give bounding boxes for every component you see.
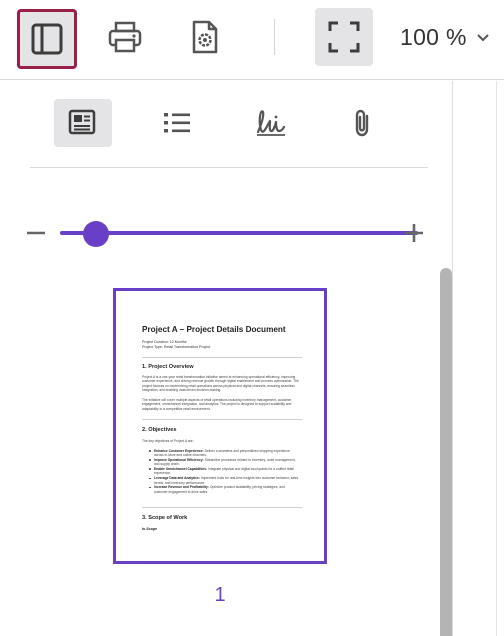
plus-icon (405, 224, 423, 242)
page-preview: Project A – Project Details Document Pro… (116, 291, 324, 561)
toolbar: 100 % (0, 0, 504, 80)
sidebar-toggle-button[interactable] (17, 9, 77, 69)
thumbnails-icon (68, 109, 96, 135)
sidebar-toggle-icon (31, 23, 63, 55)
minus-icon (27, 231, 45, 235)
doc-rule (142, 507, 302, 508)
document-edge (496, 81, 497, 636)
thumbnail-size-slider[interactable] (24, 217, 428, 249)
doc-paragraph: The initiative will cover multiple aspec… (142, 398, 292, 411)
list-item: Improve Operational Efficiency: Streamli… (149, 458, 299, 467)
doc-paragraph: Project A is a one-year retail transform… (142, 375, 299, 392)
doc-subheading: In-Scope (142, 527, 158, 531)
page-number-label: 1 (214, 584, 226, 606)
doc-type: Project Type: Retail Transformation Proj… (142, 345, 211, 349)
list-item: Enhance Customer Experience: Deliver a s… (149, 449, 299, 458)
doc-duration: Project Duration: 12 Months (142, 340, 187, 344)
doc-section-heading: 3. Scope of Work (142, 515, 188, 521)
sidebar-tabs (0, 99, 452, 147)
toolbar-divider (274, 19, 275, 55)
tab-attachments[interactable] (334, 99, 392, 147)
fullscreen-button[interactable] (315, 8, 373, 66)
thumbnail-zoom-out-button[interactable] (24, 221, 48, 245)
doc-paragraph: The key objectives of Project A are: (142, 439, 194, 443)
signature-icon (256, 110, 286, 136)
list-item: Leverage Data and Analytics: Implement t… (149, 476, 299, 485)
thumbnail-zoom-in-button[interactable] (402, 221, 426, 245)
tabs-divider (30, 167, 428, 168)
scrollbar-thumb[interactable] (440, 268, 452, 636)
doc-title: Project A – Project Details Document (142, 325, 286, 334)
doc-section-heading: 1. Project Overview (142, 364, 194, 370)
document-settings-button[interactable] (176, 8, 234, 66)
tab-signatures[interactable] (242, 99, 300, 147)
paperclip-icon (355, 109, 369, 137)
list-item: Enable Omnichannel Capabilities: Integra… (149, 467, 299, 476)
outline-list-icon (164, 113, 190, 133)
list-item: Increase Revenue and Profitability: Opti… (149, 485, 299, 494)
doc-rule (142, 419, 302, 420)
slider-handle[interactable] (82, 221, 109, 247)
zoom-value: 100 % (400, 23, 467, 50)
printer-icon (108, 21, 142, 53)
chevron-down-icon (477, 34, 489, 42)
tab-outline[interactable] (148, 99, 206, 147)
doc-section-heading: 2. Objectives (142, 427, 177, 433)
page-thumbnail[interactable]: Project A – Project Details Document Pro… (113, 288, 327, 564)
zoom-dropdown[interactable]: 100 % (400, 22, 490, 52)
slider-track[interactable] (60, 231, 418, 235)
tab-thumbnails[interactable] (54, 99, 112, 147)
fullscreen-icon (328, 21, 360, 53)
doc-bullet-list: Enhance Customer Experience: Deliver a s… (149, 449, 299, 494)
document-gear-icon (192, 20, 218, 54)
doc-rule (142, 357, 302, 358)
print-button[interactable] (96, 8, 154, 66)
